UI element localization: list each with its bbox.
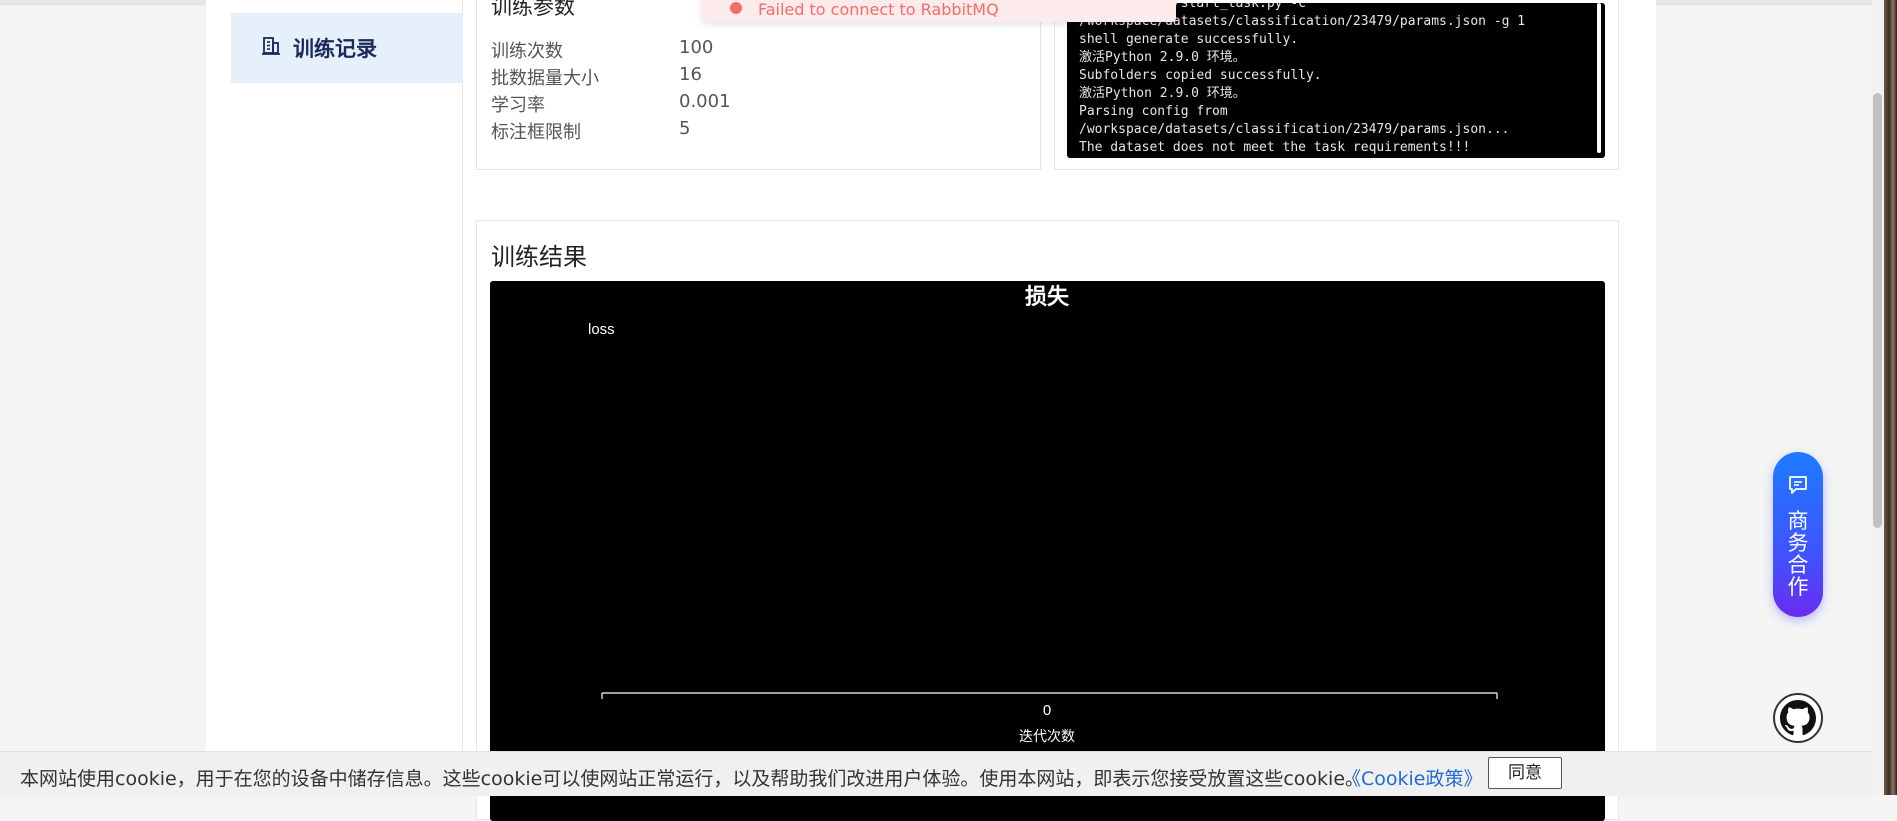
param-key: 学习率: [491, 95, 545, 116]
toast-message: Failed to connect to RabbitMQ: [758, 0, 999, 19]
loss-chart-svg: 损失 loss 0 迭代次数: [588, 284, 1498, 744]
log-line: /workspace/datasets/classification/23479…: [1079, 122, 1510, 137]
console-card: python3 /app/start_task.py -c /workspace…: [1054, 0, 1619, 170]
cookie-text: 本网站使用cookie，用于在您的设备中储存信息。这些cookie可以使网站正常…: [20, 768, 1365, 790]
chat-icon: [1787, 474, 1809, 500]
business-label-char: 合: [1787, 553, 1809, 577]
param-row: 学习率 0.001: [491, 91, 891, 118]
github-button[interactable]: [1773, 693, 1823, 743]
params-card: 训练参数 训练次数 100 批数据量大小 16 学习率 0.001 标注框限制 …: [476, 0, 1041, 170]
log-line: shell generate successfully.: [1079, 32, 1299, 47]
chart-title: 损失: [1025, 284, 1070, 309]
loss-chart[interactable]: 损失 loss 0 迭代次数: [490, 281, 1605, 821]
terminal-scrollbar[interactable]: [1597, 3, 1601, 153]
param-value: 16: [679, 64, 702, 85]
param-value: 100: [679, 37, 714, 58]
sidebar-item-training-records[interactable]: 训练记录: [231, 13, 463, 83]
param-value: 5: [679, 118, 691, 139]
error-toast: Failed to connect to RabbitMQ: [702, 0, 1176, 22]
param-value: 0.001: [679, 91, 731, 112]
log-line: Subfolders copied successfully.: [1079, 68, 1322, 83]
github-icon: [1780, 700, 1816, 740]
x-tick-label: 0: [1043, 702, 1051, 719]
business-label-char: 作: [1787, 575, 1809, 599]
business-cooperation-button[interactable]: 商务合作: [1773, 452, 1823, 617]
param-row: 批数据量大小 16: [491, 64, 891, 91]
log-line: The dataset does not meet the task requi…: [1079, 140, 1471, 155]
cookie-policy-link[interactable]: 《Cookie政策》: [1342, 764, 1483, 791]
param-key: 训练次数: [491, 41, 563, 62]
log-line: 激活Python 2.9.0 环境。: [1079, 86, 1246, 101]
cookie-agree-button[interactable]: 同意: [1488, 757, 1562, 789]
log-line: 激活Python 2.9.0 环境。: [1079, 50, 1246, 65]
cookie-banner: 本网站使用cookie，用于在您的设备中储存信息。这些cookie可以使网站正常…: [0, 751, 1872, 796]
results-title: 训练结果: [491, 243, 587, 271]
sidebar-item-label: 训练记录: [293, 37, 377, 61]
x-axis-label: 迭代次数: [1019, 728, 1075, 744]
desktop-edge: [1884, 0, 1897, 795]
param-key: 批数据量大小: [491, 68, 599, 89]
param-row: 训练次数 100: [491, 37, 891, 64]
business-label: 商务合作: [1773, 510, 1823, 598]
error-icon: [730, 2, 742, 14]
param-key: 标注框限制: [491, 122, 581, 143]
legend-series-name[interactable]: loss: [588, 321, 615, 338]
business-label-char: 务: [1787, 531, 1809, 555]
log-line: Parsing config from: [1079, 104, 1228, 119]
params-title: 训练参数: [491, 0, 575, 19]
business-label-char: 商: [1787, 509, 1809, 533]
results-card: 训练结果 损失 loss 0 迭代次数: [476, 220, 1619, 821]
terminal-log[interactable]: python3 /app/start_task.py -c /workspace…: [1067, 3, 1605, 158]
building-icon: [261, 36, 281, 60]
page-scrollbar-thumb[interactable]: [1873, 93, 1882, 528]
param-row: 标注框限制 5: [491, 118, 891, 145]
sidebar-divider: [462, 0, 463, 795]
